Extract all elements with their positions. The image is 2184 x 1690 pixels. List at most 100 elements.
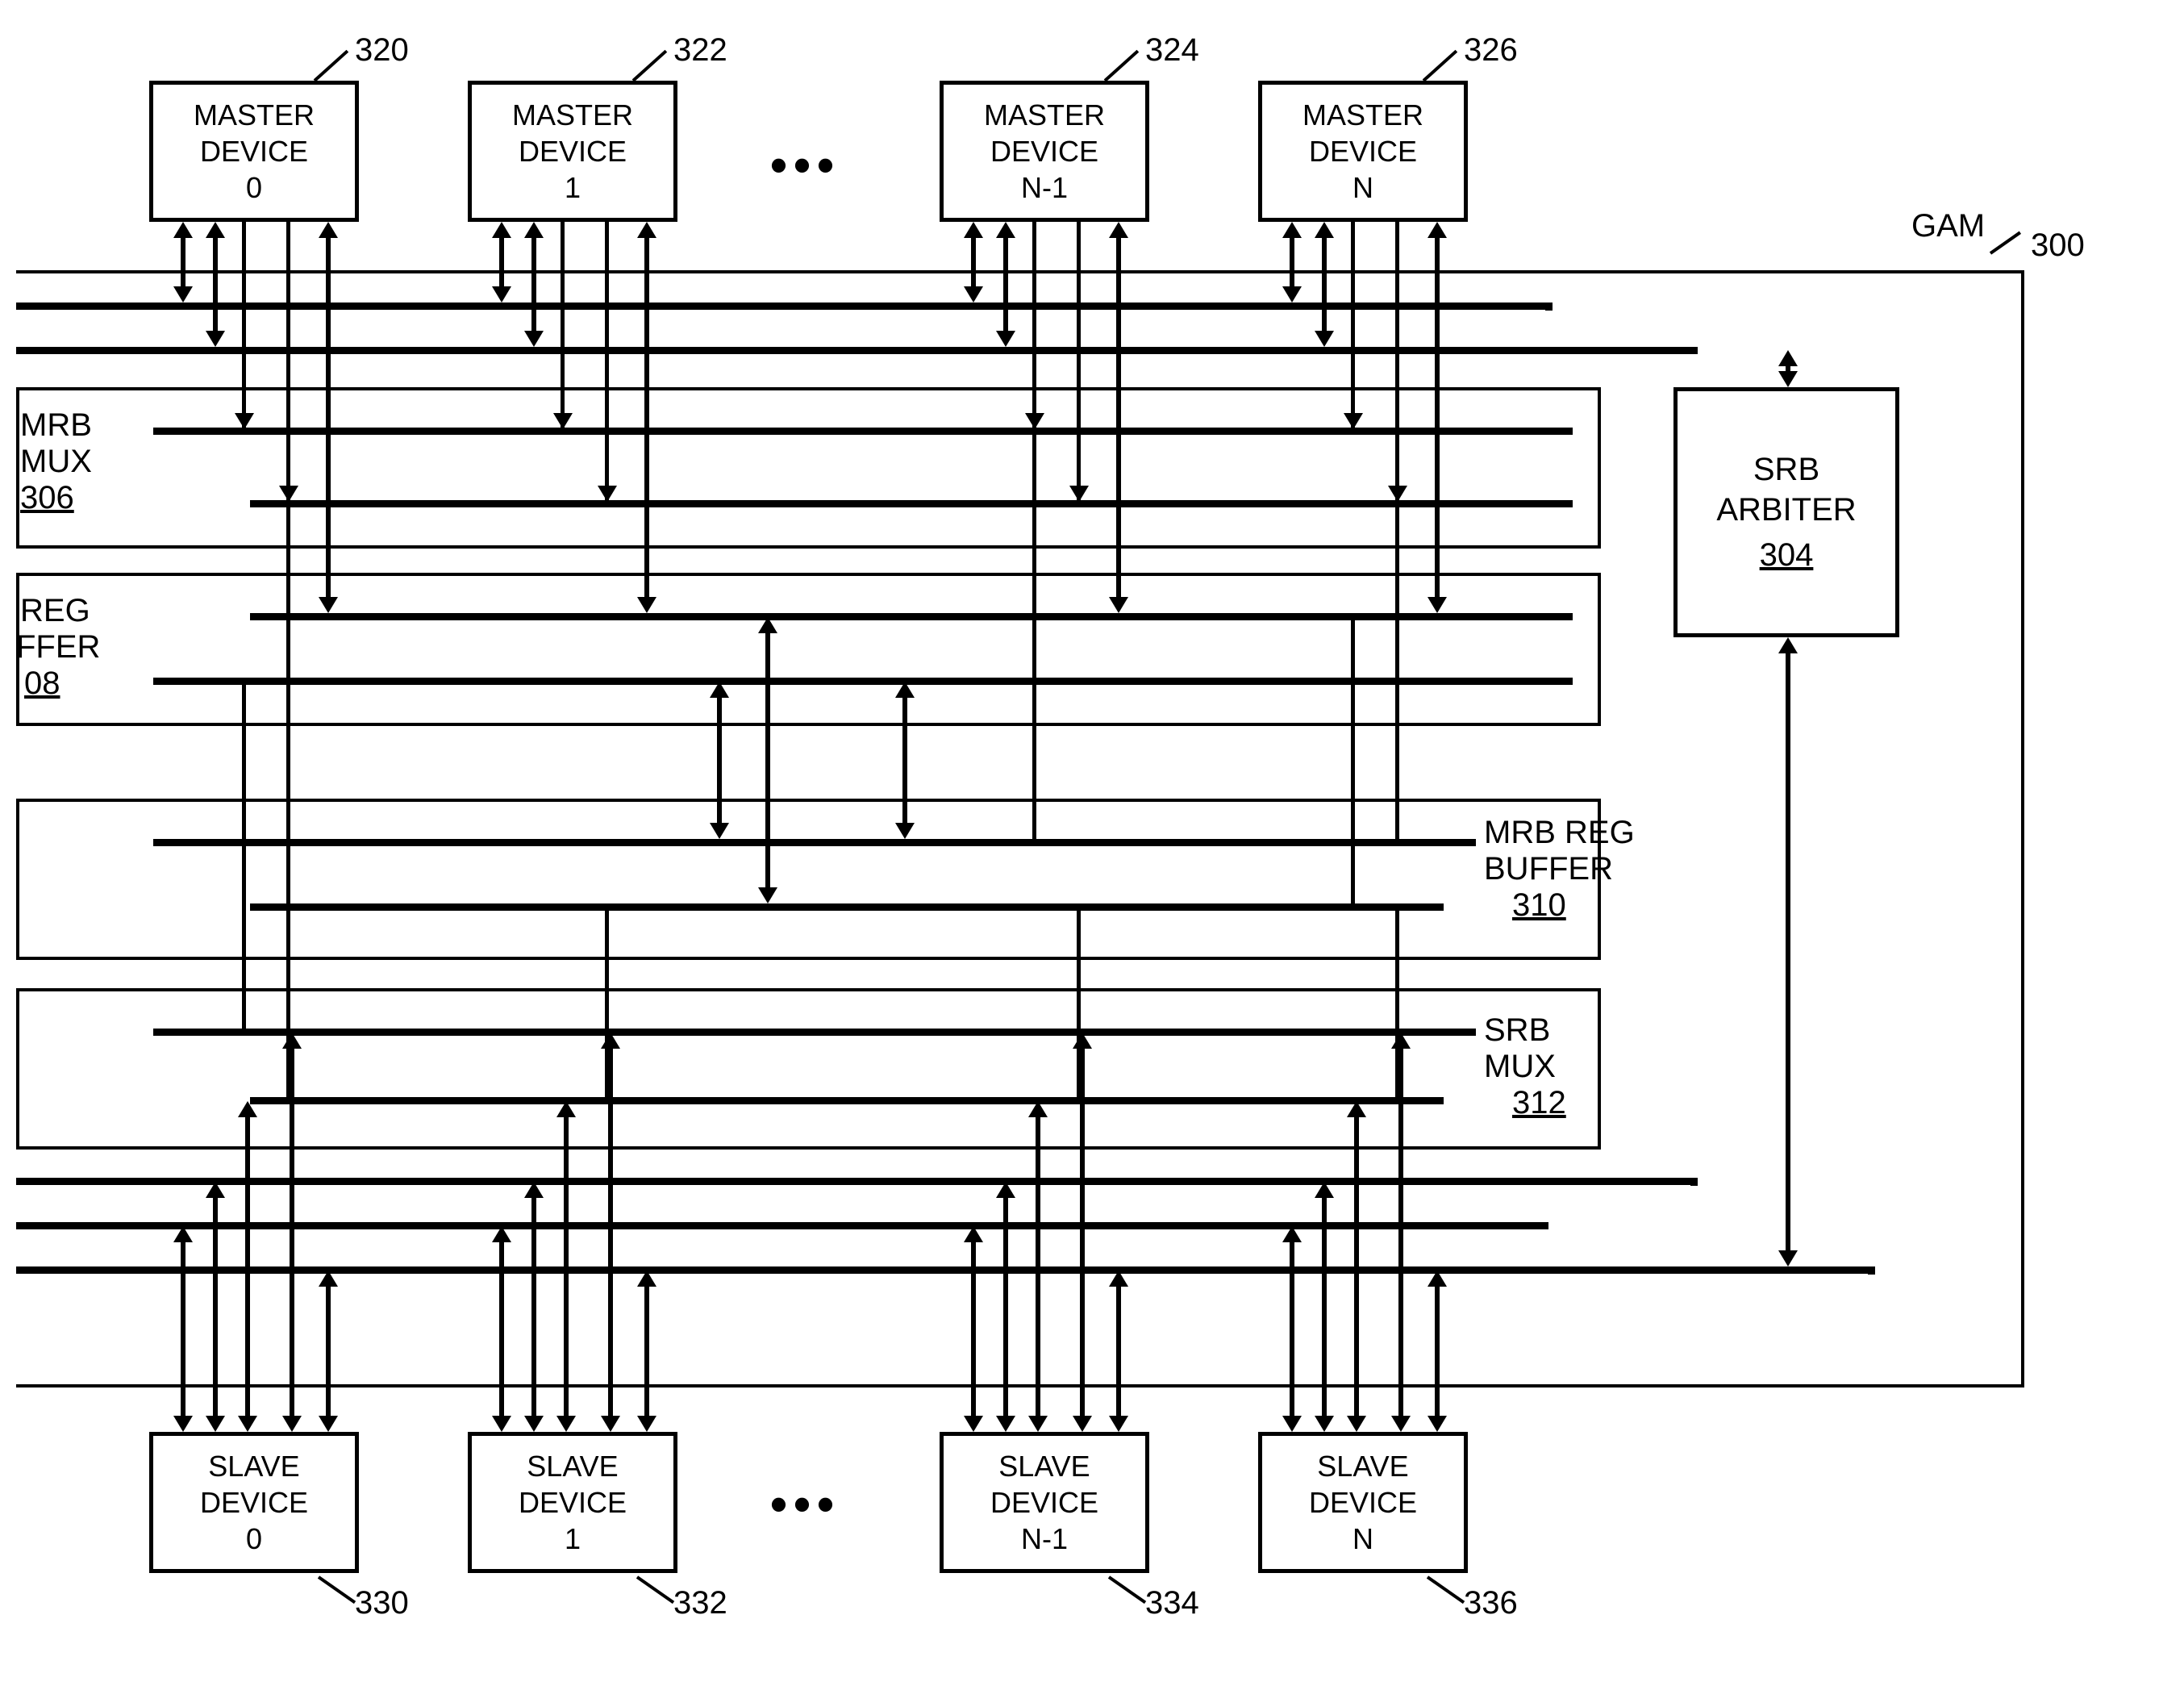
srb-arbiter: SRB ARBITER 304 bbox=[1673, 387, 1899, 637]
s3-callout bbox=[1427, 1575, 1465, 1604]
slave2-l2: DEVICE bbox=[990, 1484, 1098, 1521]
m3-v3 bbox=[1351, 222, 1355, 428]
s0-a4 bbox=[282, 1033, 302, 1432]
arb-l1: SRB bbox=[1753, 449, 1819, 490]
master-ellipsis: ••• bbox=[770, 137, 840, 193]
master2-l1: MASTER bbox=[984, 97, 1105, 133]
m0-a1 bbox=[173, 222, 193, 303]
mrb-reg-buf-l2: BUFFER bbox=[1484, 851, 1613, 887]
m2-ref: 324 bbox=[1145, 32, 1199, 69]
slave-device-n-1: SLAVE DEVICE N-1 bbox=[940, 1432, 1149, 1573]
master1-l3: 1 bbox=[565, 169, 581, 206]
s2-a4 bbox=[1073, 1033, 1092, 1432]
master3-l1: MASTER bbox=[1302, 97, 1423, 133]
arb-bot-conn bbox=[1778, 637, 1798, 1266]
m1-v4 bbox=[605, 222, 609, 500]
m3-v4 bbox=[1395, 222, 1399, 500]
master2-l3: N-1 bbox=[1021, 169, 1068, 206]
mid-v6 bbox=[1395, 500, 1399, 839]
diagram-canvas: GAM 300 MASTER DEVICE 0 320 MASTER DEVIC… bbox=[16, 16, 2184, 1674]
slave-device-1: SLAVE DEVICE 1 bbox=[468, 1432, 677, 1573]
s3-a4 bbox=[1391, 1033, 1411, 1432]
m1-v3 bbox=[561, 222, 565, 428]
mid-a3 bbox=[895, 682, 915, 839]
m0-v-mid2 bbox=[242, 678, 246, 1029]
slave3-l2: DEVICE bbox=[1309, 1484, 1417, 1521]
m3-a2 bbox=[1315, 222, 1334, 347]
slave0-l2: DEVICE bbox=[200, 1484, 308, 1521]
slave2-l3: N-1 bbox=[1021, 1521, 1068, 1557]
m0-v-mid1 bbox=[286, 500, 290, 903]
m3-a4d bbox=[1388, 486, 1407, 502]
s0-callout bbox=[318, 1575, 356, 1604]
m0-callout bbox=[314, 50, 349, 82]
s1-ref: 332 bbox=[673, 1585, 727, 1621]
gam-ref: 300 bbox=[2031, 227, 2085, 264]
s2-a3 bbox=[1028, 1101, 1048, 1432]
mid-a1 bbox=[710, 682, 729, 839]
mrb-mux-l1: MRB bbox=[20, 407, 92, 444]
srb-mux-inner-2 bbox=[250, 1097, 1444, 1104]
s1-a2 bbox=[524, 1182, 544, 1432]
m0-a2 bbox=[206, 222, 225, 347]
srb-mux-l2: MUX bbox=[1484, 1049, 1556, 1085]
s2-a2 bbox=[996, 1182, 1015, 1432]
reg-ffer-l2: FFER bbox=[16, 629, 100, 666]
m1-a1 bbox=[492, 222, 511, 303]
reg-ffer-ref: 08 bbox=[24, 666, 60, 702]
mid-a2 bbox=[758, 617, 777, 903]
bot-bus-1 bbox=[16, 1178, 1694, 1185]
s1-a5 bbox=[637, 1271, 656, 1432]
s3-a5 bbox=[1428, 1271, 1447, 1432]
s2-callout bbox=[1108, 1575, 1146, 1604]
s0-a3 bbox=[238, 1101, 257, 1432]
master-device-1: MASTER DEVICE 1 bbox=[468, 81, 677, 222]
mrb-reg-buf-l1: MRB REG bbox=[1484, 815, 1635, 851]
master-device-n: MASTER DEVICE N bbox=[1258, 81, 1468, 222]
mrb-reg-buf-ref: 310 bbox=[1512, 887, 1566, 924]
s1-callout bbox=[636, 1575, 674, 1604]
botbus1-bend bbox=[1690, 1178, 1698, 1186]
slave-device-0: SLAVE DEVICE 0 bbox=[149, 1432, 359, 1573]
s2-ref: 334 bbox=[1145, 1585, 1199, 1621]
s3-a3 bbox=[1347, 1101, 1366, 1432]
s0-a5 bbox=[319, 1271, 338, 1432]
m2-a3d bbox=[1025, 413, 1044, 429]
slave1-l1: SLAVE bbox=[527, 1448, 618, 1484]
m1-a2 bbox=[524, 222, 544, 347]
m1-a3d bbox=[553, 413, 573, 429]
slave3-l3: N bbox=[1352, 1521, 1373, 1557]
mrb-mux-ref: 306 bbox=[20, 480, 74, 516]
m2-a2 bbox=[996, 222, 1015, 347]
m2-v3 bbox=[1032, 222, 1036, 428]
mrb-reg-buf-inner-1 bbox=[153, 839, 1476, 846]
slave1-l3: 1 bbox=[565, 1521, 581, 1557]
m3-callout bbox=[1423, 50, 1458, 82]
bus1-bend bbox=[1545, 303, 1553, 311]
srb-mux-l1: SRB bbox=[1484, 1012, 1550, 1049]
mrb-mux-container bbox=[16, 387, 1601, 549]
slave0-l3: 0 bbox=[246, 1521, 262, 1557]
reg-ffer-l1: REG bbox=[20, 593, 90, 629]
m1-callout bbox=[632, 50, 668, 82]
reg-ffer-inner-2 bbox=[153, 678, 1573, 685]
m2-a5 bbox=[1109, 222, 1128, 613]
srb-mux-ref: 312 bbox=[1512, 1085, 1566, 1121]
master0-l2: DEVICE bbox=[200, 133, 308, 169]
s1-a1 bbox=[492, 1226, 511, 1432]
m0-v4 bbox=[286, 222, 290, 500]
m1-a4d bbox=[598, 486, 617, 502]
botbus3-bend bbox=[1868, 1266, 1875, 1275]
m1-a5 bbox=[637, 222, 656, 613]
m1-ref: 322 bbox=[673, 32, 727, 69]
gam-bottom-line bbox=[16, 1384, 2024, 1387]
m0-a3d bbox=[235, 413, 254, 429]
master-device-0: MASTER DEVICE 0 bbox=[149, 81, 359, 222]
srb-mux-inner-1 bbox=[153, 1029, 1476, 1036]
master3-l2: DEVICE bbox=[1309, 133, 1417, 169]
gam-right-line bbox=[2021, 270, 2024, 1387]
master3-l3: N bbox=[1352, 169, 1373, 206]
mrb-reg-buf-container bbox=[16, 799, 1601, 960]
s1-a3 bbox=[556, 1101, 576, 1432]
master1-l2: DEVICE bbox=[519, 133, 627, 169]
